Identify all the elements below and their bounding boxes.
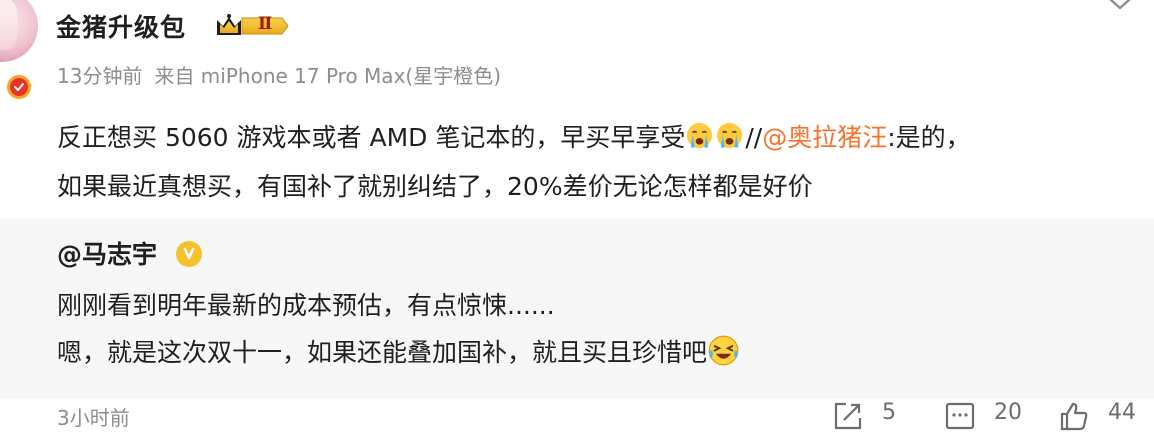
crown-icon [217, 14, 289, 35]
verified-badge-icon [4, 72, 34, 102]
repost-button[interactable]: 5 [832, 400, 896, 430]
level-badge[interactable]: Ⅱ [214, 12, 290, 40]
crying-face-icon [717, 122, 743, 149]
avatar[interactable] [0, 0, 38, 62]
crying-face-icon [687, 122, 713, 149]
mention-link[interactable]: @奥拉猪汪 [762, 123, 887, 152]
repost-count: 5 [882, 400, 896, 425]
comment-icon [945, 402, 975, 430]
thumbs-up-icon [1060, 402, 1088, 431]
quoted-text-line-2: 嗯，就是这次双十一，如果还能叠加国补，就且买且珍惜吧 [57, 329, 1142, 376]
post-source[interactable]: 来自 miPhone 17 Pro Max(星宇橙色) [154, 64, 501, 88]
chevron-down-icon[interactable] [1106, 0, 1134, 16]
post-text-line-1: 反正想买 5060 游戏本或者 AMD 笔记本的，早买早享受 //@奥拉猪汪:是… [57, 113, 1142, 162]
like-count: 44 [1108, 400, 1136, 425]
verified-badge-icon [176, 241, 202, 267]
laughing-crying-icon [708, 335, 739, 366]
author-name[interactable]: 金猪升级包 [56, 8, 186, 44]
post-text: 反正想买 5060 游戏本或者 AMD 笔记本的，早买早享受 //@奥拉猪汪:是… [57, 113, 1142, 211]
comment-count: 20 [994, 400, 1022, 425]
level-badge-label: Ⅱ [258, 14, 273, 34]
quoted-text-segment: 嗯，就是这次双十一，如果还能叠加国补，就且买且珍惜吧 [57, 338, 708, 367]
post-time: 13分钟前 [57, 64, 143, 88]
post-text-line-2: 如果最近真想买，有国补了就别纠结了，20%差价无论怎样都是好价 [57, 172, 813, 201]
post-meta: 13分钟前 来自 miPhone 17 Pro Max(星宇橙色) [57, 60, 513, 89]
repost-icon [834, 402, 862, 430]
quoted-text: 刚刚看到明年最新的成本预估，有点惊悚...... 嗯，就是这次双十一，如果还能叠… [57, 282, 1142, 376]
footer-time: 3小时前 [57, 406, 130, 430]
quoted-text-line-1: 刚刚看到明年最新的成本预估，有点惊悚...... [57, 291, 555, 320]
repost-separator: // [745, 123, 763, 152]
post-text-segment: :是的， [887, 123, 971, 152]
comment-button[interactable]: 20 [944, 400, 1022, 430]
quoted-author[interactable]: @马志宇 [57, 235, 157, 271]
post-text-segment: 反正想买 5060 游戏本或者 AMD 笔记本的，早买早享受 [57, 123, 686, 152]
like-button[interactable]: 44 [1058, 400, 1136, 431]
